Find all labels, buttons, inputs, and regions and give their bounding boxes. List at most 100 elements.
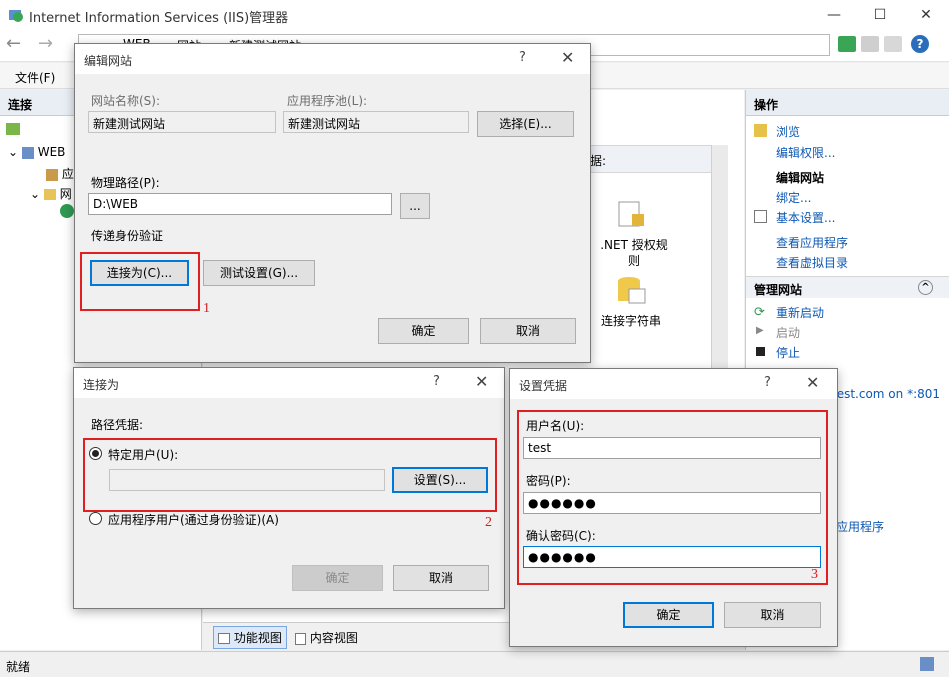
help-button[interactable]: ?	[764, 375, 771, 390]
username-field[interactable]: test	[523, 437, 821, 459]
action-browse[interactable]: 浏览	[776, 123, 800, 140]
content-view-icon	[295, 632, 306, 645]
cancel-button[interactable]: 取消	[393, 565, 489, 591]
tab-label: 功能视图	[233, 631, 282, 645]
status-bar: 就绪	[0, 651, 949, 677]
tree-item-label: 网	[59, 187, 72, 201]
close-button[interactable]: ✕	[903, 0, 949, 30]
group-by-bar[interactable]: 依据:	[573, 145, 718, 173]
specific-user-label: 特定用户(U):	[108, 448, 179, 462]
collapse-icon[interactable]: ⌄	[8, 145, 18, 159]
feature-conn-strings-label[interactable]: 连接字符串	[601, 312, 661, 329]
action-restart[interactable]: 重新启动	[776, 304, 824, 321]
app-user-radio[interactable]	[89, 512, 102, 525]
maximize-button[interactable]: ☐	[857, 0, 903, 30]
confirm-password-label: 确认密码(C):	[526, 529, 596, 543]
dialog-title-bar: 设置凭据 ? ✕	[510, 369, 837, 399]
minimize-button[interactable]: —	[811, 0, 857, 30]
action-stop[interactable]: 停止	[776, 344, 800, 361]
globe-icon[interactable]	[60, 204, 74, 218]
site-name-field[interactable]: 新建测试网站	[88, 111, 276, 133]
specific-user-radio[interactable]	[89, 447, 102, 460]
browse-path-button[interactable]: ...	[400, 193, 430, 219]
net-authorization-icon[interactable]	[617, 200, 647, 230]
back-arrow-icon[interactable]: ←	[6, 35, 30, 55]
app-pool-label: 应用程序池(L):	[287, 94, 368, 108]
dialog-title-bar: 连接为 ? ✕	[74, 368, 504, 398]
app-pool-field[interactable]: 新建测试网站	[283, 111, 469, 133]
select-app-pool-button[interactable]: 选择(E)...	[477, 111, 574, 137]
feature-net-auth-label[interactable]: .NET 授权规则	[599, 237, 669, 269]
annotation-marker-3: 3	[811, 567, 818, 582]
dialog-title: 连接为	[83, 378, 120, 392]
tree-item-app-pools[interactable]: 应	[46, 165, 74, 182]
browse-site-link[interactable]: test.com on *:801	[832, 387, 940, 401]
test-settings-button[interactable]: 测试设置(G)...	[203, 260, 315, 286]
action-start[interactable]: 启动	[776, 324, 800, 341]
set-credentials-dialog: 设置凭据 ? ✕ 用户名(U): test 密码(P): ●●●●●● 确认密码…	[509, 368, 838, 647]
cancel-button[interactable]: 取消	[480, 318, 576, 344]
connect-as-button[interactable]: 连接为(C)...	[90, 260, 189, 286]
manage-site-header: 管理网站 ^	[746, 276, 949, 298]
help-icon[interactable]: ?	[911, 35, 929, 53]
connection-strings-icon[interactable]	[615, 275, 647, 307]
edit-site-dialog: 编辑网站 ? ✕ 网站名称(S): 新建测试网站 应用程序池(L): 新建测试网…	[74, 43, 591, 363]
settings-icon	[754, 210, 767, 223]
physical-path-field[interactable]: D:\WEB	[88, 193, 392, 215]
annotation-marker-2: 2	[485, 515, 492, 530]
specific-user-field[interactable]	[109, 469, 385, 491]
network-status-icon	[920, 657, 934, 671]
server-icon	[21, 146, 34, 159]
stop-site-icon	[756, 347, 765, 356]
close-button[interactable]: ✕	[561, 48, 574, 67]
cancel-button[interactable]: 取消	[724, 602, 821, 628]
restart-icon: ⟳	[754, 305, 765, 320]
close-button[interactable]: ✕	[806, 373, 819, 392]
physical-path-label: 物理路径(P):	[91, 176, 160, 190]
site-name-label: 网站名称(S):	[91, 94, 161, 108]
browse-icon	[754, 124, 767, 137]
actions-header: 操作	[746, 90, 949, 116]
dialog-title: 编辑网站	[84, 54, 133, 68]
ok-button[interactable]: 确定	[378, 318, 469, 344]
folder-icon	[43, 189, 56, 200]
close-button[interactable]: ✕	[475, 372, 488, 391]
ok-button[interactable]: 确定	[623, 602, 714, 628]
collapse-icon[interactable]: ⌄	[30, 187, 40, 201]
action-view-applications[interactable]: 查看应用程序	[776, 234, 848, 251]
action-view-virtual-dirs[interactable]: 查看虚拟目录	[776, 254, 848, 271]
window-title: Internet Information Services (IIS)管理器	[29, 11, 289, 26]
collapse-section-icon[interactable]: ^	[918, 280, 933, 295]
app-pool-icon	[46, 168, 58, 181]
help-button[interactable]: ?	[433, 374, 440, 389]
menu-file[interactable]: 文件(F)	[15, 69, 55, 86]
action-edit-permissions[interactable]: 编辑权限...	[776, 144, 835, 161]
tab-content-view[interactable]: 内容视图	[291, 627, 362, 648]
tree-item-label: WEB	[37, 145, 66, 159]
stop-icon[interactable]	[861, 36, 879, 52]
set-credentials-button[interactable]: 设置(S)...	[392, 467, 488, 493]
annotation-marker-1: 1	[203, 301, 210, 316]
features-view-icon	[218, 633, 230, 644]
home-icon[interactable]	[884, 36, 902, 52]
tree-item-sites[interactable]: ⌄ 网	[30, 185, 72, 202]
tree-item-server[interactable]: ⌄ WEB	[8, 145, 65, 159]
action-basic-settings[interactable]: 基本设置...	[776, 209, 835, 226]
iis-app-icon	[8, 7, 24, 23]
action-bindings[interactable]: 绑定...	[776, 189, 811, 206]
confirm-password-field[interactable]: ●●●●●●	[523, 546, 821, 568]
application-link[interactable]: 应用程序	[836, 518, 884, 535]
refresh-icon[interactable]	[838, 36, 856, 52]
ok-button[interactable]: 确定	[292, 565, 383, 591]
status-text: 就绪	[6, 660, 31, 674]
path-credentials-label: 路径凭据:	[91, 418, 144, 432]
dialog-title: 设置凭据	[519, 379, 568, 393]
help-button[interactable]: ?	[519, 50, 526, 65]
password-label: 密码(P):	[526, 474, 571, 488]
manage-site-label: 管理网站	[754, 283, 803, 297]
tab-features-view[interactable]: 功能视图	[213, 626, 287, 649]
password-field[interactable]: ●●●●●●	[523, 492, 821, 514]
app-user-label: 应用程序用户(通过身份验证)(A)	[108, 513, 279, 527]
connect-icon[interactable]	[6, 123, 20, 135]
forward-arrow-icon[interactable]: →	[38, 35, 62, 55]
